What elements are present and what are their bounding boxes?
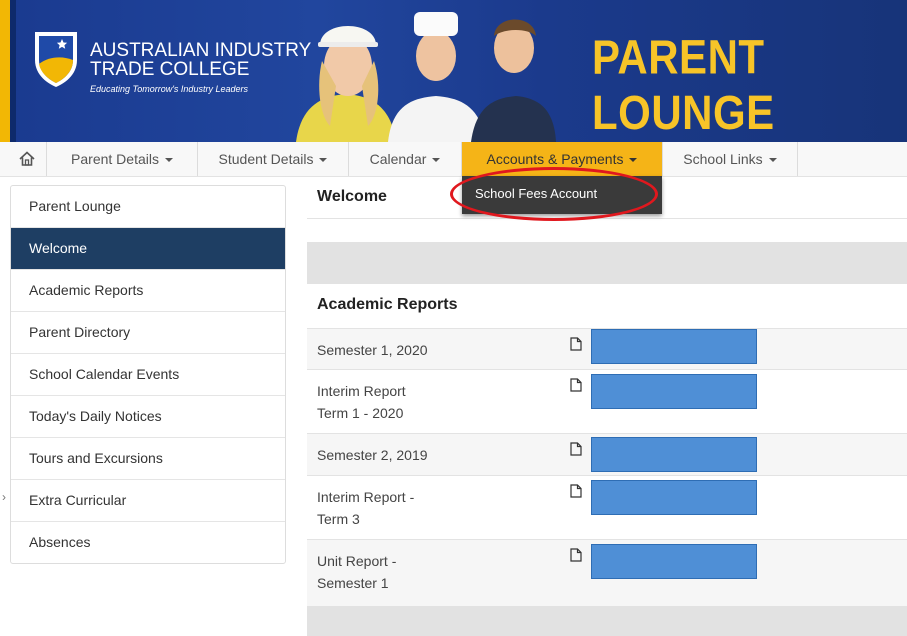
report-name-line2: Term 3 xyxy=(317,511,360,527)
report-name: Interim Report Term 1 - 2020 xyxy=(317,380,406,424)
sidebar-item-parent-lounge[interactable]: Parent Lounge xyxy=(11,186,285,228)
report-name: Semester 1, 2020 xyxy=(317,339,428,361)
chevron-right-icon[interactable]: › xyxy=(2,490,6,504)
report-name: Unit Report - Semester 1 xyxy=(317,550,396,594)
nav-accounts-payments-label: Accounts & Payments xyxy=(486,151,624,167)
page-brand-title: PARENT LOUNGE xyxy=(592,30,775,140)
nav-school-links-label: School Links xyxy=(683,151,763,167)
sidebar-item-daily-notices[interactable]: Today's Daily Notices xyxy=(11,396,285,438)
sidebar-item-extra-curricular[interactable]: Extra Curricular xyxy=(11,480,285,522)
header-banner: AUSTRALIAN INDUSTRY TRADE COLLEGE Educat… xyxy=(0,0,907,142)
sidebar-item-parent-directory[interactable]: Parent Directory xyxy=(11,312,285,354)
nav-calendar[interactable]: Calendar xyxy=(349,142,462,176)
nav-school-links[interactable]: School Links xyxy=(663,142,798,176)
report-name-line1: Interim Report xyxy=(317,383,406,399)
sidebar-item-academic-reports[interactable]: Academic Reports xyxy=(11,270,285,312)
welcome-title: Welcome xyxy=(317,188,387,205)
caret-down-icon xyxy=(319,158,328,163)
academic-reports-title: Academic Reports xyxy=(317,296,458,313)
nav-student-details[interactable]: Student Details xyxy=(198,142,349,176)
content-footer-band xyxy=(307,606,907,636)
report-name: Interim Report - Term 3 xyxy=(317,486,414,530)
report-row: Interim Report Term 1 - 2020 xyxy=(307,369,907,434)
report-name-line2: Semester 1 xyxy=(317,575,389,591)
college-tagline: Educating Tomorrow's Industry Leaders xyxy=(90,84,248,94)
caret-down-icon xyxy=(432,158,441,163)
annotation-highlight-circle xyxy=(450,167,658,221)
report-name-line1: Semester 2, 2019 xyxy=(317,447,428,463)
redacted-report-link[interactable] xyxy=(591,374,757,409)
report-row: Semester 2, 2019 xyxy=(307,433,907,476)
nav-calendar-label: Calendar xyxy=(369,151,427,167)
redacted-report-link[interactable] xyxy=(591,544,757,579)
nav-home[interactable] xyxy=(8,142,47,176)
redacted-report-link[interactable] xyxy=(591,480,757,515)
report-name-line1: Unit Report - xyxy=(317,553,397,569)
report-row: Semester 1, 2020 xyxy=(307,328,907,370)
nav-student-details-label: Student Details xyxy=(218,151,314,167)
banner-accent-stripe-dark xyxy=(10,0,16,142)
document-icon[interactable] xyxy=(570,548,582,562)
welcome-panel-body xyxy=(307,242,907,284)
nav-parent-details-label: Parent Details xyxy=(71,151,159,167)
students-photo xyxy=(296,12,556,142)
report-name: Semester 2, 2019 xyxy=(317,444,428,466)
report-row: Unit Report - Semester 1 xyxy=(307,539,907,607)
report-name-line1: Interim Report - xyxy=(317,489,415,505)
report-row: Interim Report - Term 3 xyxy=(307,475,907,540)
report-name-line1: Semester 1, 2020 xyxy=(317,342,428,358)
college-name-line1: AUSTRALIAN INDUSTRY xyxy=(90,40,312,61)
main-navbar: Parent Details Student Details Calendar … xyxy=(0,142,907,177)
sidebar-menu: Parent Lounge Welcome Academic Reports P… xyxy=(10,185,286,564)
college-logo-icon xyxy=(35,32,77,87)
document-icon[interactable] xyxy=(570,337,582,351)
report-name-line2: Term 1 - 2020 xyxy=(317,405,404,421)
sidebar-item-absences[interactable]: Absences xyxy=(11,522,285,563)
document-icon[interactable] xyxy=(570,378,582,392)
redacted-report-link[interactable] xyxy=(591,329,757,364)
sidebar-item-school-calendar-events[interactable]: School Calendar Events xyxy=(11,354,285,396)
caret-down-icon xyxy=(164,158,173,163)
sidebar-item-tours-excursions[interactable]: Tours and Excursions xyxy=(11,438,285,480)
caret-down-icon xyxy=(629,158,638,163)
caret-down-icon xyxy=(768,158,777,163)
banner-accent-stripe xyxy=(0,0,10,142)
document-icon[interactable] xyxy=(570,484,582,498)
college-name-line2: TRADE COLLEGE xyxy=(90,59,250,80)
college-name: AUSTRALIAN INDUSTRY TRADE COLLEGE xyxy=(90,41,311,79)
redacted-report-link[interactable] xyxy=(591,437,757,472)
document-icon[interactable] xyxy=(570,442,582,456)
home-icon xyxy=(19,151,35,166)
sidebar-item-welcome[interactable]: Welcome xyxy=(11,228,285,270)
nav-parent-details[interactable]: Parent Details xyxy=(47,142,198,176)
